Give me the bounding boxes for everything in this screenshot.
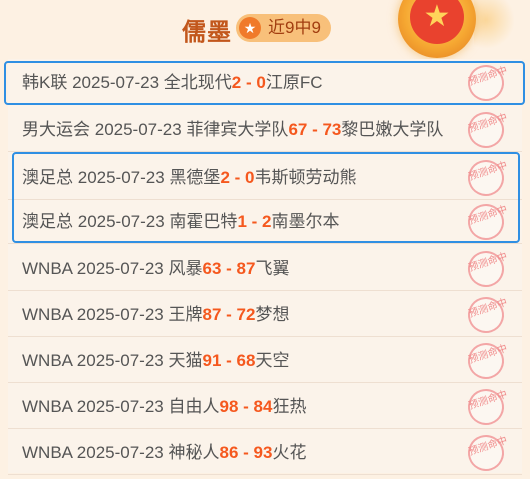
away-team: 黎巴嫩大学队 [341, 120, 444, 139]
match-date: 2025-07-23 [76, 397, 164, 416]
match-date: 2025-07-23 [76, 305, 164, 324]
match-date: 2025-07-23 [94, 120, 182, 139]
prediction-row[interactable]: WNBA 2025-07-23 天猫91 - 68天空 预测命中 [8, 338, 522, 384]
home-score: 2 [220, 168, 230, 187]
away-score: 68 [236, 351, 256, 370]
away-score: 72 [236, 305, 256, 324]
home-team: 菲律宾大学队 [186, 120, 289, 139]
prediction-row[interactable]: 澳足总 2025-07-23 黑德堡2 - 0韦斯顿劳动熊 预测命中 [8, 155, 522, 201]
star-icon: ★ [239, 17, 261, 39]
score-separator: - [221, 259, 237, 278]
prediction-row[interactable]: 澳足总 2025-07-23 南霍巴特1 - 2南墨尔本 预测命中 [8, 199, 522, 245]
expert-header: 儒墨 ★ 近9中9 ★ [0, 0, 530, 58]
away-team: 飞翼 [255, 259, 290, 278]
match-date: 2025-07-23 [77, 212, 165, 231]
home-score: 1 [237, 212, 247, 231]
prediction-row[interactable]: 男大运会 2025-07-23 菲律宾大学队67 - 73黎巴嫩大学队 预测命中 [8, 107, 522, 153]
home-score: 91 [202, 351, 222, 370]
home-team: 王牌 [168, 305, 203, 324]
away-score: 87 [236, 259, 256, 278]
score-separator: - [307, 120, 323, 139]
away-team: 韦斯顿劳动熊 [254, 168, 357, 187]
away-score: 93 [253, 443, 273, 462]
medal-icon: ★ [398, 0, 476, 58]
away-team: 火花 [272, 443, 307, 462]
league-label: 男大运会 [22, 120, 90, 139]
hit-stamp-icon: 预测命中 [463, 107, 509, 153]
away-score: 84 [253, 397, 273, 416]
prediction-row[interactable]: 韩K联 2025-07-23 全北现代2 - 0江原FC 预测命中 [8, 60, 522, 106]
home-team: 全北现代 [163, 73, 232, 92]
home-score: 2 [231, 73, 242, 92]
medal-glow [474, 0, 514, 50]
league-label: WNBA [22, 351, 73, 370]
away-team: 狂热 [272, 397, 307, 416]
record-badge: ★ 近9中9 [236, 14, 331, 42]
away-team: 天空 [255, 351, 290, 370]
league-label: WNBA [22, 397, 73, 416]
score-separator: - [238, 397, 254, 416]
prediction-row[interactable]: WNBA 2025-07-23 王牌87 - 72梦想 预测命中 [8, 292, 522, 338]
score-separator: - [221, 305, 237, 324]
league-label: 澳足总 [22, 168, 73, 187]
hit-stamp-icon: 预测命中 [463, 246, 509, 292]
hit-stamp-icon: 预测命中 [463, 292, 509, 338]
hit-stamp-icon: 预测命中 [463, 155, 509, 201]
match-date: 2025-07-23 [76, 443, 164, 462]
score-separator: - [221, 351, 237, 370]
record-text: 近9中9 [268, 18, 321, 37]
league-label: WNBA [22, 305, 73, 324]
match-date: 2025-07-23 [77, 168, 165, 187]
home-team: 自由人 [168, 397, 220, 416]
hit-stamp-icon: 预测命中 [463, 199, 509, 245]
away-team: 梦想 [255, 305, 290, 324]
expert-name[interactable]: 儒墨 [182, 12, 232, 47]
home-score: 98 [219, 397, 239, 416]
home-team: 南霍巴特 [169, 212, 238, 231]
away-score: 73 [322, 120, 342, 139]
league-label: WNBA [22, 259, 73, 278]
home-team: 风暴 [168, 259, 203, 278]
away-team: 江原FC [265, 73, 323, 92]
score-separator: - [246, 212, 263, 231]
league-label: 澳足总 [22, 212, 73, 231]
prediction-row[interactable]: WNBA 2025-07-23 自由人98 - 84狂热 预测命中 [8, 384, 522, 430]
score-separator: - [229, 168, 246, 187]
hit-stamp-icon: 预测命中 [463, 60, 509, 106]
prediction-row[interactable]: WNBA 2025-07-23 神秘人86 - 93火花 预测命中 [8, 430, 522, 476]
score-separator: - [241, 73, 257, 92]
hit-stamp-icon: 预测命中 [463, 384, 509, 430]
away-score: 0 [256, 73, 266, 92]
prediction-row[interactable]: WNBA 2025-07-23 风暴63 - 87飞翼 预测命中 [8, 246, 522, 292]
league-label: 韩K联 [22, 73, 68, 92]
match-date: 2025-07-23 [72, 73, 160, 92]
match-date: 2025-07-23 [76, 351, 164, 370]
match-date: 2025-07-23 [76, 259, 164, 278]
home-score: 63 [202, 259, 222, 278]
hit-stamp-icon: 预测命中 [463, 338, 509, 384]
away-team: 南墨尔本 [271, 212, 340, 231]
medal-star-icon: ★ [410, 0, 464, 44]
home-score: 86 [219, 443, 239, 462]
home-team: 神秘人 [168, 443, 220, 462]
home-score: 87 [202, 305, 222, 324]
home-score: 67 [288, 120, 308, 139]
home-team: 黑德堡 [169, 168, 221, 187]
hit-stamp-icon: 预测命中 [463, 430, 509, 476]
score-separator: - [238, 443, 254, 462]
home-team: 天猫 [168, 351, 203, 370]
league-label: WNBA [22, 443, 73, 462]
